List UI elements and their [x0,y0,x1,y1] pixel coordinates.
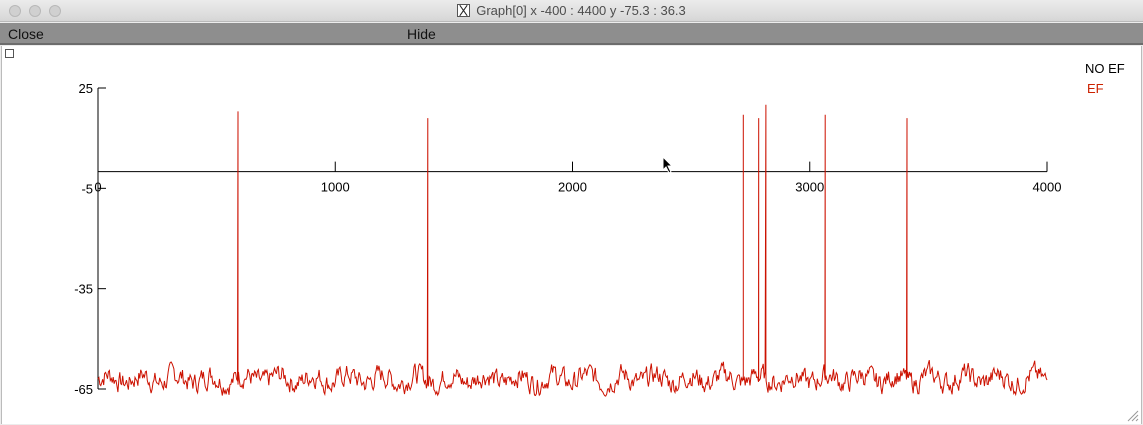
x-tick-label: 2000 [558,180,587,195]
graph-canvas[interactable]: 0 1000 2000 3000 4000 25 -5 -35 -65 NO EF EF [1,46,1142,424]
close-button[interactable]: Close [8,25,44,43]
x-tick-label: 4000 [1033,180,1062,195]
window-title: Graph[0] x -400 : 4400 y -75.3 : 36.3 [476,3,686,18]
mouse-pointer-icon [662,156,674,174]
window-title-wrap: Graph[0] x -400 : 4400 y -75.3 : 36.3 [0,3,1143,19]
y-tick-label: -65 [74,382,93,397]
legend-entry-no-ef[interactable]: NO EF [1085,61,1125,76]
ef-series-line [97,104,1048,397]
y-tick-label: -5 [81,181,93,196]
x-tick-label: 0 [94,180,101,195]
y-tick-label: -35 [74,282,93,297]
graph-plot: 0 1000 2000 3000 4000 25 -5 -35 -65 [74,81,1062,397]
graph-menubar: Close Hide [0,23,1143,45]
x11-icon [457,4,471,17]
y-tick-label: 25 [79,81,93,96]
legend-entry-ef[interactable]: EF [1087,81,1104,96]
window-titlebar: Graph[0] x -400 : 4400 y -75.3 : 36.3 [0,0,1143,22]
resize-grip-icon[interactable] [1127,410,1139,422]
hide-button[interactable]: Hide [407,25,436,43]
x-tick-label: 3000 [795,180,824,195]
x-tick-label: 1000 [321,180,350,195]
